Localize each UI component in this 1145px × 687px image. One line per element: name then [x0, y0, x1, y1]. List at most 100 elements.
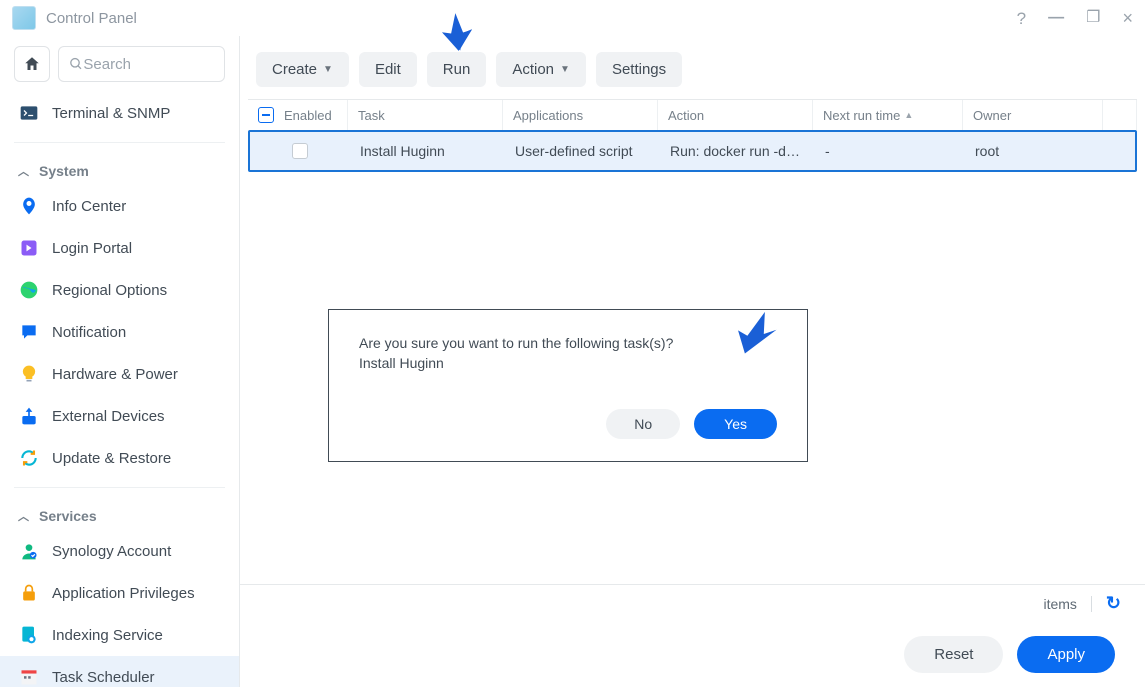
- col-applications[interactable]: Applications: [503, 100, 658, 130]
- sidebar-item-synology-account[interactable]: Synology Account: [0, 530, 239, 572]
- sidebar-item-app-privileges[interactable]: Application Privileges: [0, 572, 239, 614]
- reload-icon[interactable]: ↻: [1106, 593, 1121, 614]
- maximize-icon[interactable]: ❐: [1086, 10, 1100, 26]
- cell-task: Install Huginn: [350, 143, 505, 159]
- divider: [14, 487, 225, 488]
- sidebar-item-label: Regional Options: [52, 282, 167, 299]
- sidebar-item-label: Application Privileges: [52, 585, 195, 602]
- col-label: Next run time: [823, 108, 900, 123]
- sidebar-item-label: External Devices: [52, 408, 165, 425]
- account-icon: [18, 540, 40, 562]
- sidebar-item-label: Synology Account: [52, 543, 171, 560]
- cell-action: Run: docker run -d…: [660, 143, 815, 159]
- section-label: System: [39, 163, 89, 179]
- col-next-run[interactable]: Next run time ▲: [813, 100, 963, 130]
- sidebar: Terminal & SNMP ︿ System Info Center Log…: [0, 36, 240, 687]
- search-input[interactable]: [83, 56, 214, 73]
- chevron-up-icon: ︿: [18, 163, 29, 179]
- main-content: Create▼ Edit Run Action ▼ Settings Enable…: [240, 36, 1145, 687]
- table-row[interactable]: Install Huginn User-defined script Run: …: [248, 130, 1137, 172]
- sidebar-item-indexing[interactable]: Indexing Service: [0, 614, 239, 656]
- sort-asc-icon: ▲: [904, 110, 913, 120]
- window-title: Control Panel: [46, 10, 137, 27]
- toolbar: Create▼ Edit Run Action ▼ Settings: [240, 36, 1145, 99]
- checkbox-mixed-icon[interactable]: [258, 107, 274, 123]
- sidebar-item-external-devices[interactable]: External Devices: [0, 395, 239, 437]
- reset-button[interactable]: Reset: [904, 636, 1003, 673]
- cell-applications: User-defined script: [505, 143, 660, 159]
- minimize-icon[interactable]: —: [1048, 10, 1064, 26]
- sidebar-item-label: Update & Restore: [52, 450, 171, 467]
- sidebar-item-terminal-snmp[interactable]: Terminal & SNMP: [0, 92, 239, 134]
- help-icon[interactable]: ?: [1017, 10, 1026, 27]
- search-file-icon: [18, 624, 40, 646]
- button-label: Action: [512, 61, 554, 78]
- search-box[interactable]: [58, 46, 225, 82]
- dialog-message-line1: Are you sure you want to run the followi…: [359, 334, 777, 354]
- sidebar-item-notification[interactable]: Notification: [0, 311, 239, 353]
- cell-owner: root: [965, 143, 1105, 159]
- section-label: Services: [39, 508, 97, 524]
- dialog-actions: No Yes: [359, 409, 777, 439]
- edit-button[interactable]: Edit: [359, 52, 417, 87]
- footer: Reset Apply: [240, 622, 1145, 687]
- app-icon: [12, 6, 36, 30]
- content-area: Are you sure you want to run the followi…: [240, 172, 1145, 584]
- sidebar-item-label: Terminal & SNMP: [52, 105, 170, 122]
- home-icon: [23, 55, 41, 73]
- run-button[interactable]: Run: [427, 52, 487, 87]
- col-action[interactable]: Action: [658, 100, 813, 130]
- window-controls: ? — ❐ ×: [1017, 9, 1133, 27]
- sidebar-item-info-center[interactable]: Info Center: [0, 185, 239, 227]
- bulb-icon: [18, 363, 40, 385]
- separator: [1091, 596, 1092, 612]
- create-button[interactable]: Create▼: [256, 52, 349, 87]
- action-button[interactable]: Action ▼: [496, 52, 586, 87]
- col-enabled[interactable]: Enabled: [248, 100, 348, 130]
- sidebar-item-regional[interactable]: Regional Options: [0, 269, 239, 311]
- globe-icon: [18, 279, 40, 301]
- sidebar-item-label: Login Portal: [52, 240, 132, 257]
- caret-down-icon: ▼: [560, 64, 570, 75]
- sidebar-item-update-restore[interactable]: Update & Restore: [0, 437, 239, 479]
- caret-down-icon: ▼: [323, 64, 333, 75]
- checkbox-unchecked-icon[interactable]: [292, 143, 308, 159]
- info-icon: [18, 195, 40, 217]
- col-task[interactable]: Task: [348, 100, 503, 130]
- cell-next-run: -: [815, 143, 965, 159]
- close-icon[interactable]: ×: [1122, 9, 1133, 27]
- chat-icon: [18, 321, 40, 343]
- home-button[interactable]: [14, 46, 50, 82]
- apply-button[interactable]: Apply: [1017, 636, 1115, 673]
- lock-icon: [18, 582, 40, 604]
- portal-icon: [18, 237, 40, 259]
- col-spacer: [1103, 100, 1137, 130]
- sidebar-item-label: Hardware & Power: [52, 366, 178, 383]
- section-header-services[interactable]: ︿ Services: [0, 496, 239, 530]
- sidebar-item-label: Notification: [52, 324, 126, 341]
- divider: [14, 142, 225, 143]
- terminal-icon: [18, 102, 40, 124]
- section-header-system[interactable]: ︿ System: [0, 151, 239, 185]
- sidebar-item-login-portal[interactable]: Login Portal: [0, 227, 239, 269]
- dialog-message-line2: Install Huginn: [359, 354, 777, 374]
- chevron-up-icon: ︿: [18, 508, 29, 524]
- refresh-icon: [18, 447, 40, 469]
- sidebar-item-label: Indexing Service: [52, 627, 163, 644]
- status-bar: items ↻: [240, 584, 1145, 622]
- task-table: Enabled Task Applications Action Next ru…: [248, 99, 1137, 172]
- sidebar-item-hardware-power[interactable]: Hardware & Power: [0, 353, 239, 395]
- cell-enabled: [250, 143, 350, 159]
- table-header: Enabled Task Applications Action Next ru…: [248, 100, 1137, 130]
- confirm-dialog: Are you sure you want to run the followi…: [328, 309, 808, 462]
- upload-icon: [18, 405, 40, 427]
- yes-button[interactable]: Yes: [694, 409, 777, 439]
- no-button[interactable]: No: [606, 409, 680, 439]
- items-label: items: [1043, 596, 1076, 612]
- col-owner[interactable]: Owner: [963, 100, 1103, 130]
- sidebar-item-label: Task Scheduler: [52, 669, 155, 686]
- sidebar-item-task-scheduler[interactable]: Task Scheduler: [0, 656, 239, 687]
- settings-button[interactable]: Settings: [596, 52, 682, 87]
- sidebar-item-label: Info Center: [52, 198, 126, 215]
- search-icon: [69, 56, 83, 72]
